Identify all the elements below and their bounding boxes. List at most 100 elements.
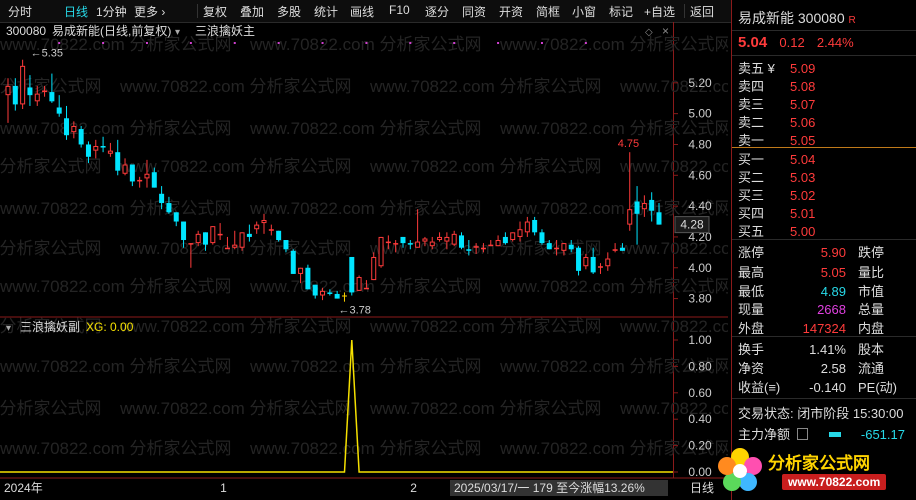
signal-dot (365, 42, 368, 44)
stat-row-3: 现量 2668 总量 (738, 299, 884, 318)
y-tick-label: 4.60 (688, 168, 712, 182)
candle-body (437, 236, 443, 241)
toolbar-item-10[interactable]: 逐分 (425, 3, 449, 20)
signal-dot (233, 42, 236, 44)
candle-body (649, 199, 655, 211)
candle-body (576, 247, 582, 271)
candle-body (159, 193, 165, 204)
ask-row-2-price: 5.07 (790, 97, 816, 112)
candle-body (100, 146, 106, 148)
site-logo: 分析家公式网 www.70822.com (712, 443, 916, 500)
dropdown-icon: ▾ (175, 27, 180, 38)
stat-row-5: 换手 1.41% 股本 (738, 339, 884, 358)
toolbar-item-4[interactable]: 复权 (203, 3, 227, 20)
kline-svg[interactable]: www.70822.com 分析家公式网 www.70822.com 分析家公式网… (0, 22, 728, 498)
bid-row-1-label: 买二 (738, 170, 765, 185)
bid-row-3-price: 5.01 (790, 206, 816, 221)
candle-body (554, 247, 560, 250)
watermark-text: www.70822.com 分析家公式网 (119, 77, 351, 96)
chart-area: www.70822.com 分析家公式网 www.70822.com 分析家公式网… (0, 22, 728, 498)
ask-row-2: 卖三 5.07 (738, 94, 815, 113)
watermark-text: www.70822.com 分析家公式网 (249, 277, 481, 296)
candle-body (166, 203, 172, 213)
stat-row-6: 净资 2.58 流通 (738, 358, 884, 377)
stat-key2: 股本 (858, 342, 885, 357)
stat-value: 4.89 (820, 284, 846, 299)
net-flow-value: -651.17 (860, 427, 905, 442)
stat-key: 最低 (738, 284, 765, 299)
watermark-text: www.70822.com 分析家公式网 (249, 119, 481, 138)
toolbar-item-5[interactable]: 叠加 (240, 3, 264, 20)
toolbar-item-16[interactable]: +自选 (644, 3, 675, 20)
stat-key2: 流通 (858, 361, 885, 376)
candle-body (517, 229, 523, 237)
net-flow-label: 主力净额 (738, 427, 791, 442)
toolbar-item-7[interactable]: 统计 (314, 3, 338, 20)
toolbar-item-6[interactable]: 多股 (277, 3, 301, 20)
candle-body (173, 212, 179, 222)
toolbar-item-12[interactable]: 开资 (499, 3, 523, 20)
stat-key: 现量 (738, 302, 765, 317)
candle-body (42, 90, 48, 93)
candle-body (137, 179, 143, 182)
y-tick-label: 4.80 (688, 137, 712, 151)
candle-body (93, 146, 99, 151)
stat-key2: 量比 (858, 265, 885, 280)
ask-row-1-label: 卖四 (738, 79, 765, 94)
candle-body (254, 224, 260, 230)
toolbar-item-0[interactable]: 分时 (8, 3, 32, 20)
stat-key: 收益(≡) (738, 380, 781, 395)
candle-body (283, 240, 289, 250)
watermark-text: www.70822.com 分析家公式网 (119, 317, 351, 336)
candle-body (466, 249, 472, 251)
stat-row-2: 最低 4.89 市值 (738, 281, 884, 300)
candle-body (561, 243, 567, 251)
candle-body (385, 241, 391, 244)
toolbar-item-9[interactable]: F10 (389, 3, 410, 17)
y-tick-label: 4.00 (688, 261, 712, 275)
signal-dot (58, 42, 61, 44)
toolbar-item-13[interactable]: 简框 (536, 3, 560, 20)
stat-key: 最高 (738, 265, 765, 280)
y-tick-label: 3.80 (688, 292, 712, 306)
ask-row-0-label: 卖五 ¥ (738, 61, 775, 76)
footer-year: 2024年 (4, 481, 43, 495)
sub-dropdown-icon: ▾ (6, 323, 11, 334)
toolbar-item-14[interactable]: 小窗 (572, 3, 596, 20)
candle-body (12, 85, 18, 105)
stat-value: -0.140 (809, 380, 846, 395)
signal-dot (453, 42, 456, 44)
toolbar-item-17[interactable]: 返回 (690, 3, 714, 20)
toolbar-item-8[interactable]: 画线 (350, 3, 374, 20)
candle-body (122, 164, 128, 174)
toolbar-item-3[interactable]: 更多 › (134, 3, 165, 20)
candle-body (64, 118, 70, 136)
stat-value: 2668 (817, 302, 846, 317)
candle-body (488, 244, 494, 247)
watermark-text: www.70822.com 分析家公式网 (499, 35, 728, 54)
candle-body (232, 244, 238, 248)
toolbar-item-2[interactable]: 1分钟 (96, 3, 127, 20)
stat-value: 147324 (802, 321, 846, 336)
candle-body (473, 246, 479, 248)
toolbar-item-1[interactable]: 日线 (64, 3, 88, 20)
signal-dot (321, 42, 324, 44)
max-marker: ←5.35 (31, 48, 63, 60)
stat-value: 2.58 (820, 361, 846, 376)
stat-key2: PE(动) (858, 380, 898, 395)
toolbar-item-11[interactable]: 同资 (462, 3, 486, 20)
watermark-text: www.70822.com 分析家公式网 (249, 357, 481, 376)
sub-y-tick-label: 0.20 (688, 439, 712, 453)
candle-body (627, 209, 633, 225)
peak-label: 4.75 (618, 138, 639, 150)
toolbar-item-15[interactable]: 标记 (609, 3, 633, 20)
xg-label: XG: 0.00 (86, 320, 134, 334)
candle-body (268, 229, 274, 231)
watermark-text: www.70822.com 分析家公式网 (0, 277, 231, 296)
header-name: 易成新能 (52, 23, 100, 38)
watermark-text: www.70822.com 分析家公式网 (0, 357, 231, 376)
sub-y-tick-label: 0.00 (688, 465, 712, 479)
signal-dot (497, 42, 500, 44)
candle-body (334, 293, 340, 299)
watermark-text: www.70822.com 分析家公式网 (0, 399, 101, 418)
